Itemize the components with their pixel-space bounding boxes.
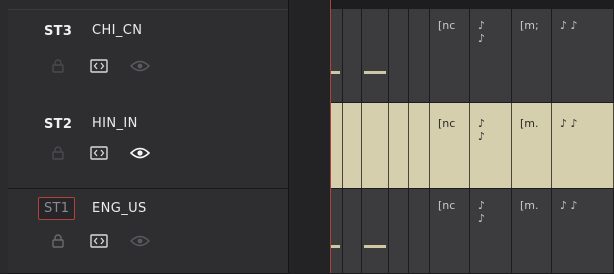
subtitle-clip[interactable]: [nc (430, 9, 470, 102)
subtitle-clip[interactable]: ♪ ♪ (552, 103, 614, 188)
subtitle-clip[interactable] (331, 9, 343, 102)
subtitle-clip[interactable]: ♪ ♪ (470, 103, 512, 188)
subtitle-clip[interactable] (343, 9, 362, 102)
clip-text: [nc (438, 19, 456, 32)
track-id-label: ST2 (44, 117, 73, 132)
subtitle-clip[interactable] (409, 189, 430, 273)
eye-icon[interactable] (130, 233, 150, 252)
track-id-label: ST1 (38, 197, 76, 220)
subtitle-clip[interactable]: [nc (430, 189, 470, 273)
subtitle-clip[interactable]: ♪ ♪ (470, 9, 512, 102)
eye-icon[interactable] (129, 145, 151, 164)
header-timeline-divider (288, 0, 331, 273)
track-name-label: ENG_US (92, 201, 147, 216)
subtitle-clip[interactable] (343, 103, 362, 188)
clip-text: [nc (438, 199, 456, 212)
clip-text: [m. (520, 117, 539, 130)
subtitle-clip[interactable] (331, 189, 343, 273)
subtitle-clip[interactable] (362, 103, 389, 188)
subtitle-clip[interactable] (362, 189, 389, 273)
clip-marker (331, 245, 340, 248)
clip-text: [m; (520, 19, 539, 32)
clip-text: ♪ ♪ (560, 117, 578, 130)
subtitle-icon[interactable] (90, 233, 108, 252)
timeline-lane-st3: [nc ♪ ♪ [m; ♪ ♪ (331, 9, 614, 102)
lock-icon[interactable] (52, 233, 64, 252)
track-id-label: ST3 (44, 24, 73, 39)
subtitle-clip[interactable] (362, 9, 389, 102)
subtitle-clip[interactable]: [m. (512, 103, 552, 188)
subtitle-icon[interactable] (90, 58, 108, 77)
eye-icon[interactable] (130, 58, 150, 77)
subtitle-clip[interactable] (343, 189, 362, 273)
clip-text: ♪ ♪ (560, 199, 578, 212)
clip-text: ♪ ♪ (478, 19, 486, 45)
track-name-label: CHI_CN (92, 23, 143, 38)
subtitle-clip[interactable]: [m; (512, 9, 552, 102)
clip-text: ♪ ♪ (478, 199, 486, 225)
subtitle-clip[interactable]: ♪ ♪ (552, 189, 614, 273)
subtitle-clip[interactable]: ♪ ♪ (470, 189, 512, 273)
playhead[interactable] (330, 0, 331, 273)
clip-text: ♪ ♪ (560, 19, 578, 32)
clip-marker (364, 71, 386, 74)
lock-icon[interactable] (52, 58, 64, 77)
subtitle-clip[interactable] (409, 9, 430, 102)
subtitle-clip[interactable] (409, 103, 430, 188)
track-header-st2[interactable]: ST2 HIN_IN (8, 103, 288, 189)
subtitle-clip[interactable] (389, 9, 409, 102)
subtitle-clip[interactable] (389, 103, 409, 188)
subtitle-clip[interactable]: [nc (430, 103, 470, 188)
track-header-st3[interactable]: ST3 CHI_CN (8, 9, 288, 104)
subtitle-icon[interactable] (90, 145, 108, 164)
clip-text: [nc (438, 117, 456, 130)
subtitle-clip[interactable]: ♪ ♪ (552, 9, 614, 102)
timeline-lane-st2: [nc ♪ ♪ [m. ♪ ♪ (331, 103, 614, 188)
subtitle-clip[interactable] (389, 189, 409, 273)
track-name-label: HIN_IN (92, 116, 138, 131)
clip-marker (364, 245, 386, 248)
subtitle-clip[interactable] (331, 103, 343, 188)
timeline-lane-st1: [nc ♪ ♪ [m. ♪ ♪ (331, 189, 614, 273)
lock-icon[interactable] (52, 145, 64, 164)
clip-text: [m. (520, 199, 539, 212)
track-header-st1[interactable]: ST1 ENG_US (8, 189, 288, 274)
clip-text: ♪ ♪ (478, 117, 486, 143)
subtitle-clip[interactable]: [m. (512, 189, 552, 273)
clip-marker (331, 71, 340, 74)
